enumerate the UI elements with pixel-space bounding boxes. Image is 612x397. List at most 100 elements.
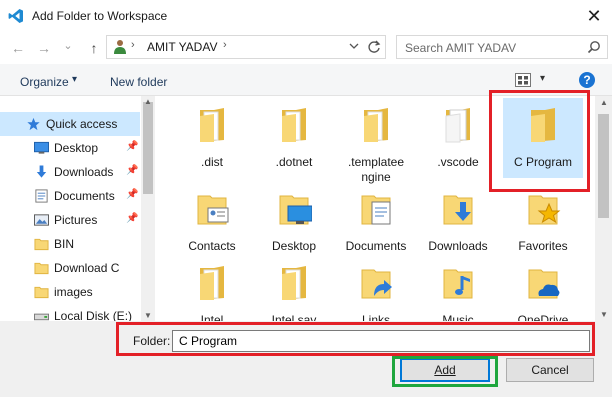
folder-item-onedrive[interactable]: OneDrive <box>503 256 583 321</box>
folder-item-desktop[interactable]: Desktop <box>254 182 334 262</box>
folder-item-intel[interactable]: Intel <box>172 256 252 321</box>
folder-icon <box>282 266 306 300</box>
star-icon <box>27 117 40 131</box>
folder-icon <box>200 108 224 142</box>
folder-item-label: .dotnet <box>275 155 313 169</box>
breadcrumb-user[interactable]: AMIT YADAV <box>147 40 217 54</box>
folder-item-favorites[interactable]: Favorites <box>503 182 583 262</box>
organize-caret-icon[interactable]: ▾ <box>72 74 77 85</box>
new-folder-button[interactable]: New folder <box>110 75 167 89</box>
folder-item-intel-sav[interactable]: Intel.sav <box>254 256 334 321</box>
close-icon[interactable]: ✕ <box>584 6 604 26</box>
sidebar-item-downloads[interactable]: Downloads 📌 <box>0 160 140 184</box>
view-options-icon[interactable] <box>515 73 531 87</box>
organize-button[interactable]: Organize <box>20 75 69 89</box>
folder-icon <box>200 266 224 300</box>
sidebar-item-pictures[interactable]: Pictures 📌 <box>0 208 140 232</box>
sidebar-item-download-c[interactable]: Download C <box>0 256 140 280</box>
folder-item-c-program[interactable]: C Program <box>503 98 583 178</box>
sidebar-item-label: Downloads <box>54 165 114 179</box>
cancel-button[interactable]: Cancel <box>506 358 594 382</box>
file-list-scrollbar-thumb[interactable] <box>598 114 609 218</box>
title-bar: Add Folder to Workspace ✕ <box>0 0 612 32</box>
pin-icon: 📌 <box>126 165 139 176</box>
breadcrumb-separator[interactable]: › <box>223 39 227 51</box>
folder-icon <box>34 286 49 299</box>
pin-icon: 📌 <box>126 141 139 152</box>
folder-item-vscode[interactable]: .vscode <box>418 98 498 178</box>
folder-item-music[interactable]: Music <box>418 256 498 321</box>
pictures-icon <box>34 214 49 226</box>
scroll-down-icon[interactable]: ▼ <box>144 311 152 320</box>
drive-icon <box>34 313 49 321</box>
downloads-folder-icon <box>443 195 473 225</box>
sidebar-scrollbar-thumb[interactable] <box>143 102 153 194</box>
documents-folder-icon <box>361 195 391 225</box>
folder-item-label: Contacts <box>188 239 236 253</box>
folder-item-templateengine[interactable]: .templatee ngine <box>336 98 416 184</box>
folder-item-label: Documents <box>345 239 407 253</box>
forward-arrow-icon[interactable]: → <box>36 40 52 56</box>
pin-icon: 📌 <box>126 189 139 200</box>
search-icon[interactable] <box>587 40 601 54</box>
scroll-up-icon[interactable]: ▲ <box>144 97 152 106</box>
folder-item-label: .vscode <box>437 155 479 169</box>
add-button[interactable]: Add <box>400 358 490 382</box>
sidebar-item-bin[interactable]: BIN <box>0 232 140 256</box>
sidebar-item-label: Quick access <box>46 117 118 131</box>
links-folder-icon <box>361 269 392 299</box>
folder-item-dist[interactable]: .dist <box>172 98 252 178</box>
folder-name-input[interactable] <box>172 330 590 352</box>
scroll-down-icon[interactable]: ▼ <box>600 310 608 319</box>
navigation-pane: Quick access Desktop 📌 Downloads 📌 Docum… <box>0 96 155 321</box>
download-arrow-icon <box>36 165 47 178</box>
recent-locations-chevron-icon[interactable]: ⌄ <box>60 38 76 54</box>
up-arrow-icon[interactable]: ↑ <box>86 40 102 56</box>
folder-item-contacts[interactable]: Contacts <box>172 182 252 262</box>
sidebar-item-local-disk-e[interactable]: Local Disk (E:) <box>0 304 140 321</box>
user-folder-icon <box>114 40 126 54</box>
sidebar-item-label: Pictures <box>54 213 98 227</box>
folder-item-label: C Program <box>513 155 572 169</box>
search-placeholder[interactable]: Search AMIT YADAV <box>405 41 516 55</box>
folder-item-label: Intel <box>200 313 224 321</box>
desktop-folder-icon <box>279 195 312 225</box>
documents-icon <box>35 189 48 203</box>
folder-item-downloads[interactable]: Downloads <box>418 182 498 262</box>
folder-icon <box>445 108 470 143</box>
folder-item-label: .templatee ngine <box>347 155 405 184</box>
back-arrow-icon[interactable]: ← <box>10 40 26 56</box>
music-folder-icon <box>443 269 473 299</box>
address-dropdown-icon[interactable] <box>349 39 359 53</box>
onedrive-folder-icon <box>528 269 560 299</box>
help-icon[interactable]: ? <box>579 72 595 88</box>
refresh-icon[interactable] <box>367 39 381 55</box>
sidebar-item-quick-access[interactable]: Quick access <box>0 112 140 136</box>
address-bar[interactable]: › AMIT YADAV › <box>106 35 386 59</box>
folder-icon <box>282 108 306 142</box>
folder-item-label: Desktop <box>271 239 317 253</box>
folder-item-links[interactable]: Links <box>336 256 416 321</box>
folder-icon <box>531 108 555 142</box>
folder-icon <box>364 108 388 142</box>
pin-icon: 📌 <box>126 213 139 224</box>
sidebar-item-label: Download C <box>54 261 120 275</box>
sidebar-item-label: Local Disk (E:) <box>54 309 133 321</box>
folder-item-documents[interactable]: Documents <box>336 182 416 262</box>
folder-item-label: Music <box>442 313 474 321</box>
sidebar-item-label: images <box>54 285 93 299</box>
vscode-icon <box>8 9 23 23</box>
view-caret-icon[interactable]: ▾ <box>540 73 545 84</box>
sidebar-item-documents[interactable]: Documents 📌 <box>0 184 140 208</box>
folder-icon <box>34 262 49 275</box>
file-list: .dist .dotnet .templatee ngine .vscode C… <box>155 96 595 321</box>
folder-item-label: OneDrive <box>517 313 569 321</box>
sidebar-item-desktop[interactable]: Desktop 📌 <box>0 136 140 160</box>
sidebar-item-images[interactable]: images <box>0 280 140 304</box>
folder-item-dotnet[interactable]: .dotnet <box>254 98 334 178</box>
sidebar-item-label: Documents <box>54 189 115 203</box>
contacts-folder-icon <box>197 195 229 225</box>
scroll-up-icon[interactable]: ▲ <box>600 98 608 107</box>
search-box[interactable]: Search AMIT YADAV <box>396 35 608 59</box>
breadcrumb-separator[interactable]: › <box>131 39 135 51</box>
